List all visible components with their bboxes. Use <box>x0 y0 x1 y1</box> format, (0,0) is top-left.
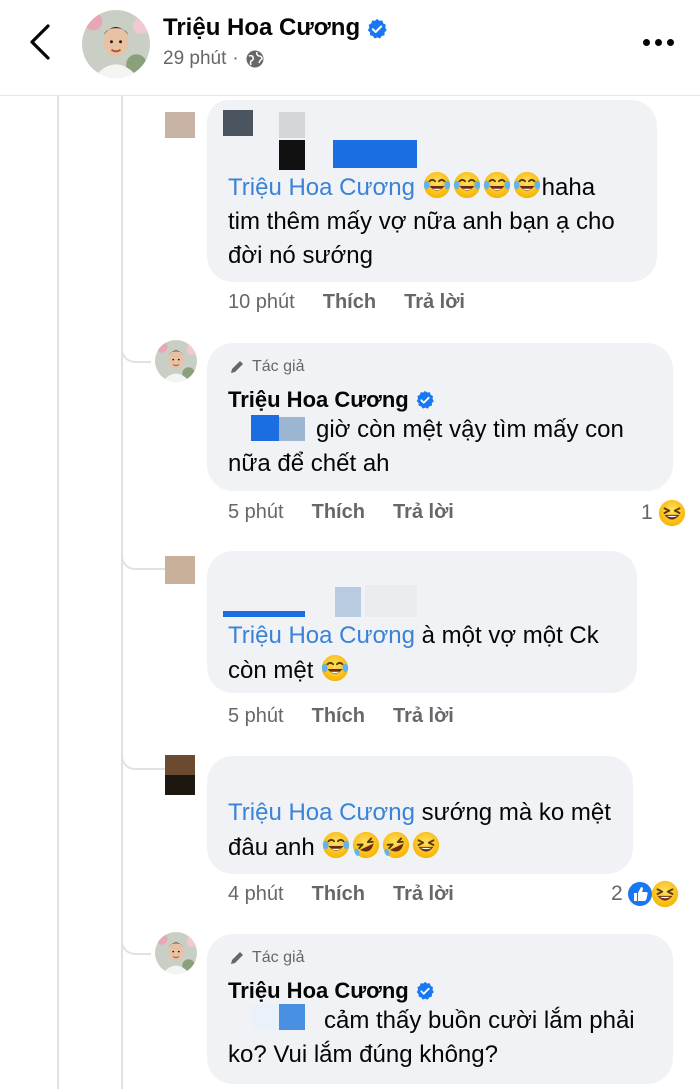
post-time: 29 phút · <box>163 48 265 70</box>
separator-dot: · <box>232 48 239 69</box>
reply-button[interactable]: Trả lời <box>393 883 454 906</box>
post-time-text: 29 phút <box>163 48 227 69</box>
rofl-emoji <box>381 830 411 860</box>
reaction-summary[interactable]: 2 <box>611 879 680 909</box>
like-button[interactable]: Thích <box>312 501 365 524</box>
author-tag: Tác giả <box>228 357 304 377</box>
like-button[interactable]: Thích <box>312 705 365 728</box>
reply-button[interactable]: Trả lời <box>404 291 465 314</box>
comment-text: đâu anh <box>228 834 315 861</box>
comment-bubble: Tác giả Triệu Hoa Cương cảm thấy buồn cư… <box>207 934 673 1084</box>
reaction-count: 1 <box>641 501 653 524</box>
comment-actions: 5 phút Thích Trả lời <box>228 501 454 524</box>
redacted-name <box>279 140 305 170</box>
redacted-name <box>365 585 417 617</box>
redacted-name <box>223 611 305 617</box>
globe-icon <box>246 50 264 68</box>
laughing-tears-emoji <box>422 170 452 200</box>
reply-button[interactable]: Trả lời <box>393 705 454 728</box>
more-options-icon[interactable] <box>643 32 679 52</box>
comment-actions: 4 phút Thích Trả lời <box>228 883 454 906</box>
emoji-group <box>422 174 542 201</box>
comment-time: 5 phút <box>228 501 284 523</box>
thread-connector <box>121 740 165 770</box>
comment-time: 10 phút <box>228 291 295 313</box>
comment-bubble: Triệu Hoa Cương à một vợ một Ck còn mệt <box>207 551 637 693</box>
redacted-name <box>335 587 361 617</box>
comment-text: cảm thấy buồn cười lắm phải <box>324 1007 635 1034</box>
commenter-name[interactable]: Triệu Hoa Cương <box>228 383 435 417</box>
author-tag: Tác giả <box>228 948 304 968</box>
like-button[interactable]: Thích <box>312 883 365 906</box>
author-avatar[interactable] <box>82 10 150 78</box>
reaction-summary[interactable]: 1 <box>641 498 687 528</box>
comment-text: đời nó sướng <box>228 242 373 269</box>
post-header: Triệu Hoa Cương 29 phút · <box>0 0 700 96</box>
comment-text: nữa để chết ah <box>228 450 390 477</box>
laughing-tears-emoji <box>512 170 542 200</box>
commenter-name-text[interactable]: Triệu Hoa Cương <box>228 383 409 417</box>
commenter-avatar-blurred[interactable] <box>165 556 195 584</box>
redacted-name <box>333 140 417 168</box>
pen-icon <box>231 361 243 373</box>
thread-connector <box>121 540 165 570</box>
author-name-text[interactable]: Triệu Hoa Cương <box>163 14 360 41</box>
reaction-count: 2 <box>611 882 623 905</box>
comment-text: giờ còn mệt vậy tìm mấy con <box>316 416 624 443</box>
author-avatar-small[interactable] <box>155 340 197 382</box>
mention-link[interactable]: Triệu Hoa Cương <box>228 174 415 201</box>
comment-text: còn mệt <box>228 657 314 684</box>
author-avatar-small[interactable] <box>155 932 197 974</box>
comment-bubble: Triệu Hoa Cương sướng mà ko mệt đâu anh <box>207 756 633 874</box>
laughing-tears-emoji <box>482 170 512 200</box>
comment-time: 5 phút <box>228 705 284 727</box>
comment-text: sướng mà ko mệt <box>421 799 611 826</box>
author-name[interactable]: Triệu Hoa Cương <box>163 14 388 42</box>
verified-badge-icon <box>416 390 434 409</box>
comment-actions: 5 phút Thích Trả lời <box>228 705 454 728</box>
back-arrow-icon[interactable] <box>26 22 54 62</box>
thread-line-main <box>57 96 59 1089</box>
haha-reaction-icon <box>650 879 680 909</box>
laughing-tears-emoji <box>321 830 351 860</box>
redacted-name <box>223 110 253 136</box>
haha-reaction-icon <box>657 498 687 528</box>
laughing-tears-emoji <box>320 653 350 683</box>
comment-time: 4 phút <box>228 883 284 905</box>
comment-bubble: Triệu Hoa Cương haha tim thêm mấy vợ nữa… <box>207 100 657 282</box>
commenter-name-text[interactable]: Triệu Hoa Cương <box>228 974 409 1008</box>
comment-actions: 10 phút Thích Trả lời <box>228 291 465 314</box>
comment-text: haha <box>541 174 596 201</box>
thread-connector <box>121 315 151 363</box>
verified-badge-icon <box>416 981 434 1000</box>
mention-link[interactable]: Triệu Hoa Cương <box>228 622 415 649</box>
verified-badge-icon <box>367 18 387 39</box>
redacted-name <box>279 112 305 138</box>
pen-icon <box>231 952 243 964</box>
author-tag-label: Tác giả <box>252 358 305 375</box>
reply-button[interactable]: Trả lời <box>393 501 454 524</box>
comment-text: ko? Vui lắm đúng không? <box>228 1041 498 1068</box>
comment-bubble: Tác giả Triệu Hoa Cương giờ còn mệt vậy … <box>207 343 673 491</box>
grinning-squint-emoji <box>411 830 441 860</box>
like-button[interactable]: Thích <box>323 291 376 314</box>
rofl-emoji <box>351 830 381 860</box>
comment-text: tim thêm mấy vợ nữa anh bạn ạ cho <box>228 208 615 235</box>
laughing-tears-emoji <box>452 170 482 200</box>
commenter-name[interactable]: Triệu Hoa Cương <box>228 974 435 1008</box>
commenter-avatar-blurred[interactable] <box>165 755 195 795</box>
mention-link[interactable]: Triệu Hoa Cương <box>228 799 415 826</box>
author-tag-label: Tác giả <box>252 949 305 966</box>
thread-connector <box>121 910 151 955</box>
commenter-avatar-blurred[interactable] <box>165 112 195 138</box>
comment-text: à một vợ một Ck <box>421 622 599 649</box>
